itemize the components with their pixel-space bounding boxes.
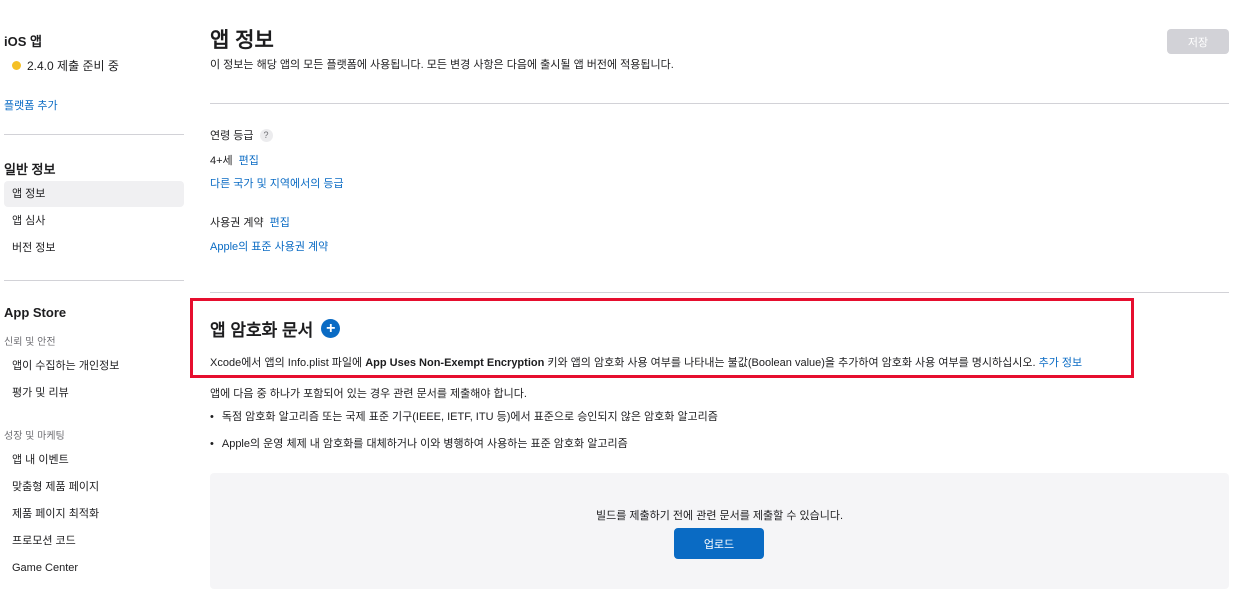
- list-item: 독점 암호화 알고리즘 또는 국제 표준 기구(IEEE, IETF, ITU …: [210, 408, 718, 424]
- list-item: Apple의 운영 체제 내 암호화를 대체하거나 이와 병행하여 사용하는 표…: [210, 435, 628, 451]
- more-info-link[interactable]: 추가 정보: [1039, 357, 1083, 369]
- add-plus-icon[interactable]: +: [321, 319, 341, 338]
- age-rating-label-text: 연령 등급: [210, 130, 254, 142]
- upload-panel: 빌드를 제출하기 전에 관련 문서를 제출할 수 있습니다. 업로드: [210, 473, 1229, 589]
- age-rating-row: 4+세 편집: [210, 152, 259, 168]
- general-section-title: 일반 정보: [4, 162, 56, 177]
- add-platform-link[interactable]: 플랫폼 추가: [4, 97, 58, 113]
- desc-text-pre: Xcode에서 앱의 Info.plist 파일에: [210, 357, 366, 369]
- sidebar-divider: [4, 134, 184, 135]
- platform-title: iOS 앱: [4, 34, 42, 49]
- help-icon[interactable]: ?: [259, 128, 273, 142]
- growth-subsection-title: 성장 및 마케팅: [4, 431, 65, 442]
- encryption-intro: 앱에 다음 중 하나가 포함되어 있는 경우 관련 문서를 제출해야 합니다.: [210, 388, 527, 400]
- sidebar-item-page-optimization[interactable]: 제품 페이지 최적화: [4, 501, 184, 527]
- divider: [210, 292, 1229, 293]
- sidebar: iOS 앱 2.4.0 제출 준비 중 플랫폼 추가 일반 정보 앱 정보 앱 …: [0, 0, 184, 605]
- sidebar-item-app-info[interactable]: 앱 정보: [4, 181, 184, 207]
- upload-hint: 빌드를 제출하기 전에 관련 문서를 제출할 수 있습니다.: [595, 510, 844, 522]
- sidebar-item-promo-codes[interactable]: 프로모션 코드: [4, 528, 184, 554]
- page-title: 앱 정보: [210, 29, 274, 52]
- sidebar-item-custom-pages[interactable]: 맞춤형 제품 페이지: [4, 474, 184, 500]
- upload-button[interactable]: 업로드: [674, 528, 764, 559]
- save-button[interactable]: 저장: [1167, 29, 1229, 54]
- age-rating-edit-link[interactable]: 편집: [239, 155, 259, 167]
- license-row: 사용권 계약 편집: [210, 214, 290, 230]
- sidebar-item-ratings[interactable]: 평가 및 리뷰: [4, 380, 184, 406]
- appstore-section-title: App Store: [4, 305, 67, 320]
- sidebar-item-game-center[interactable]: Game Center: [4, 555, 184, 581]
- sidebar-divider: [4, 280, 184, 281]
- encryption-section-title: 앱 암호화 문서 +: [210, 316, 341, 341]
- divider: [210, 103, 1229, 104]
- license-label: 사용권 계약: [210, 217, 264, 229]
- version-status[interactable]: 2.4.0 제출 준비 중: [12, 57, 119, 74]
- sidebar-item-app-review[interactable]: 앱 심사: [4, 208, 184, 234]
- sidebar-item-privacy[interactable]: 앱이 수집하는 개인정보: [4, 353, 184, 379]
- sidebar-item-in-app-events[interactable]: 앱 내 이벤트: [4, 447, 184, 473]
- age-rating-value: 4+세: [210, 155, 233, 167]
- desc-text-bold: App Uses Non-Exempt Encryption: [365, 357, 545, 369]
- status-dot-icon: [12, 61, 21, 70]
- trust-subsection-title: 신뢰 및 안전: [4, 337, 56, 348]
- standard-license-link[interactable]: Apple의 표준 사용권 계약: [210, 238, 328, 254]
- age-rating-label: 연령 등급 ?: [210, 127, 273, 143]
- main-content: 앱 정보 이 정보는 해당 앱의 모든 플랫폼에 사용됩니다. 모든 변경 사항…: [190, 0, 1229, 605]
- encryption-title-text: 앱 암호화 문서: [210, 321, 314, 340]
- other-regions-rating-link[interactable]: 다른 국가 및 지역에서의 등급: [210, 175, 344, 191]
- encryption-description: Xcode에서 앱의 Info.plist 파일에 App Uses Non-E…: [210, 354, 1082, 370]
- desc-text-post: 키와 앱의 암호화 사용 여부를 나타내는 불값(Boolean value)을…: [544, 357, 1039, 369]
- sidebar-item-version-info[interactable]: 버전 정보: [4, 235, 184, 261]
- page-subtitle: 이 정보는 해당 앱의 모든 플랫폼에 사용됩니다. 모든 변경 사항은 다음에…: [210, 59, 674, 71]
- version-status-label: 2.4.0 제출 준비 중: [27, 59, 119, 73]
- license-edit-link[interactable]: 편집: [270, 217, 290, 229]
